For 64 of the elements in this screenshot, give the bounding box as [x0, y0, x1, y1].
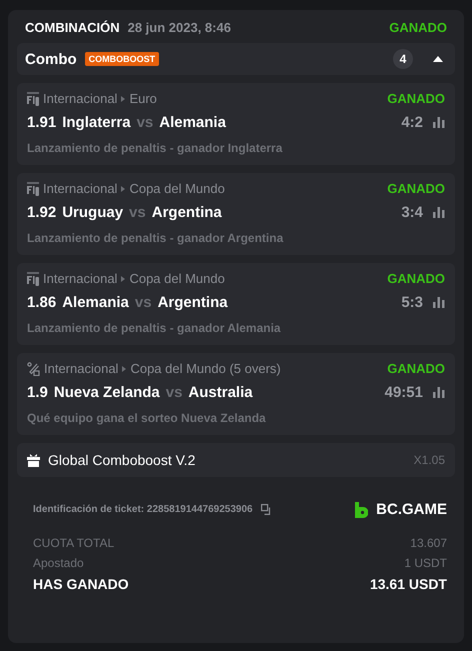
status-label: GANADO [387, 361, 445, 376]
market-label: Lanzamiento de penaltis - ganador Argentina [27, 231, 284, 245]
market-label: Lanzamiento de penaltis - ganador Alemania [27, 321, 282, 335]
versus-label: vs [166, 384, 182, 401]
status-label: GANADO [387, 91, 445, 106]
chevron-icon [121, 276, 126, 282]
category-label: Internacional [44, 361, 118, 376]
away-team: Argentina [152, 204, 222, 221]
total-label: Apostado [33, 556, 84, 570]
copy-icon[interactable] [260, 504, 272, 515]
chevron-icon [122, 366, 126, 372]
logo-icon [355, 502, 368, 518]
brand-name: BC.GAME [376, 501, 447, 518]
away-team: Alemania [159, 114, 226, 131]
market-label: Qué equipo gana el sorteo Nueva Zelanda [27, 411, 267, 425]
odds-value: 1.86 [27, 294, 56, 311]
combo-label: Combo [25, 50, 77, 68]
status-label: GANADO [387, 271, 445, 286]
status-label: GANADO [389, 20, 447, 35]
versus-label: vs [134, 294, 152, 311]
home-team: Inglaterra [62, 114, 131, 131]
boost-label: Global Comboboost V.2 [48, 452, 196, 468]
leg-count: 4 [393, 49, 413, 69]
league-label: Copa del Mundo [129, 181, 225, 196]
chevron-icon [121, 186, 126, 192]
total-value: 13.607 [410, 536, 447, 550]
category-label: Internacional [43, 91, 118, 106]
market-label: Lanzamiento de penaltis - ganador Inglaterra [27, 141, 284, 155]
score-value: 49:51 [384, 384, 423, 401]
league-label: Copa del Mundo (5 overs) [130, 361, 281, 376]
total-value: 1 USDT [404, 556, 447, 570]
chevron-icon [121, 96, 126, 102]
odds-value: 1.91 [27, 114, 56, 131]
away-team: Australia [188, 384, 253, 401]
total-label: HAS GANADO [33, 576, 129, 592]
total-label: CUOTA TOTAL [33, 536, 114, 550]
stats-icon[interactable] [433, 117, 445, 128]
odds-value: 1.92 [27, 204, 56, 221]
home-team: Uruguay [62, 204, 124, 221]
boost-multiplier: X1.05 [414, 453, 445, 467]
odds-value: 1.9 [27, 384, 48, 401]
date-label: 28 jun 2023, 8:46 [128, 20, 231, 35]
away-team: Argentina [158, 294, 228, 311]
versus-label: vs [129, 204, 146, 221]
ticket-id-label: Identificación de ticket: 2285819144769253906 [33, 504, 253, 515]
category-label: Internacional [43, 271, 118, 286]
stats-icon[interactable] [433, 387, 445, 398]
versus-label: vs [136, 114, 154, 131]
status-label: GANADO [387, 181, 445, 196]
score-value: 4:2 [401, 114, 423, 131]
league-label: Euro [129, 91, 157, 106]
bet-type-label: COMBINACIÓN [25, 20, 120, 35]
stats-icon[interactable] [433, 207, 445, 218]
comboboost-badge: COMBOBOOST [84, 52, 160, 66]
league-label: Copa del Mundo [129, 271, 225, 286]
total-value: 13.61 USDT [370, 576, 447, 592]
category-label: Internacional [43, 181, 118, 196]
caret-icon [433, 56, 443, 62]
score-value: 5:3 [401, 294, 423, 311]
stats-icon[interactable] [433, 297, 445, 308]
home-team: Nueva Zelanda [54, 384, 160, 401]
score-value: 3:4 [401, 204, 423, 221]
gift-icon [27, 454, 40, 466]
home-team: Alemania [62, 294, 129, 311]
